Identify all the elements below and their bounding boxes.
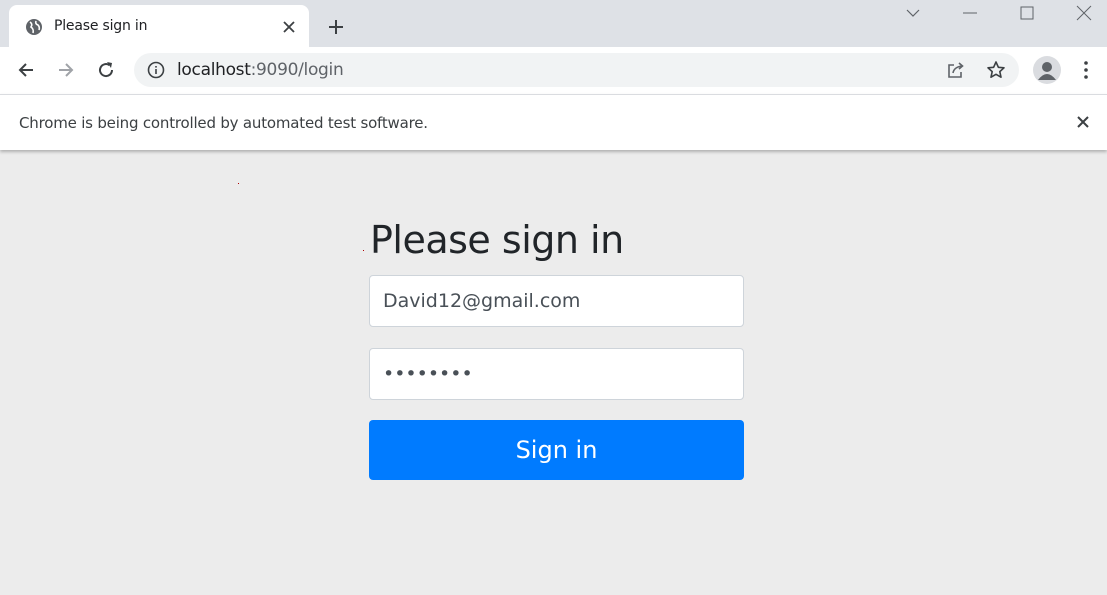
- kebab-menu-icon[interactable]: [1077, 60, 1095, 80]
- username-input[interactable]: [369, 275, 744, 327]
- maximize-icon[interactable]: [1019, 5, 1035, 21]
- address-bar[interactable]: localhost:9090/login: [134, 53, 1019, 87]
- minimize-icon[interactable]: [962, 5, 978, 21]
- chevron-down-icon[interactable]: [905, 5, 921, 21]
- browser-tab[interactable]: Please sign in: [9, 5, 309, 47]
- page-title: Please sign in: [370, 218, 624, 262]
- info-icon[interactable]: [147, 61, 165, 79]
- window-close-icon[interactable]: [1076, 5, 1092, 21]
- tab-title: Please sign in: [54, 18, 148, 34]
- stray-dot: [363, 250, 364, 251]
- stray-dot: [238, 183, 239, 184]
- avatar: [1038, 62, 1056, 80]
- star-icon[interactable]: [986, 60, 1006, 80]
- url-text: localhost:9090/login: [177, 60, 344, 80]
- url-host: localhost: [177, 60, 251, 80]
- sign-in-button[interactable]: Sign in: [369, 420, 744, 480]
- back-arrow-icon[interactable]: [16, 60, 36, 80]
- globe-icon: [26, 19, 42, 35]
- share-icon[interactable]: [946, 60, 966, 80]
- reload-icon[interactable]: [96, 60, 116, 80]
- infobar-message: Chrome is being controlled by automated …: [19, 114, 428, 132]
- forward-arrow-icon[interactable]: [56, 60, 76, 80]
- plus-icon[interactable]: [327, 18, 345, 36]
- password-input[interactable]: [369, 348, 744, 400]
- close-icon[interactable]: [281, 19, 297, 35]
- browser-toolbar: localhost:9090/login: [0, 47, 1107, 94]
- automation-infobar: Chrome is being controlled by automated …: [0, 94, 1107, 150]
- close-icon[interactable]: [1075, 114, 1091, 130]
- profile-icon[interactable]: [1033, 56, 1061, 84]
- tab-strip: Please sign in: [0, 0, 1107, 47]
- url-path: :9090/login: [250, 60, 344, 80]
